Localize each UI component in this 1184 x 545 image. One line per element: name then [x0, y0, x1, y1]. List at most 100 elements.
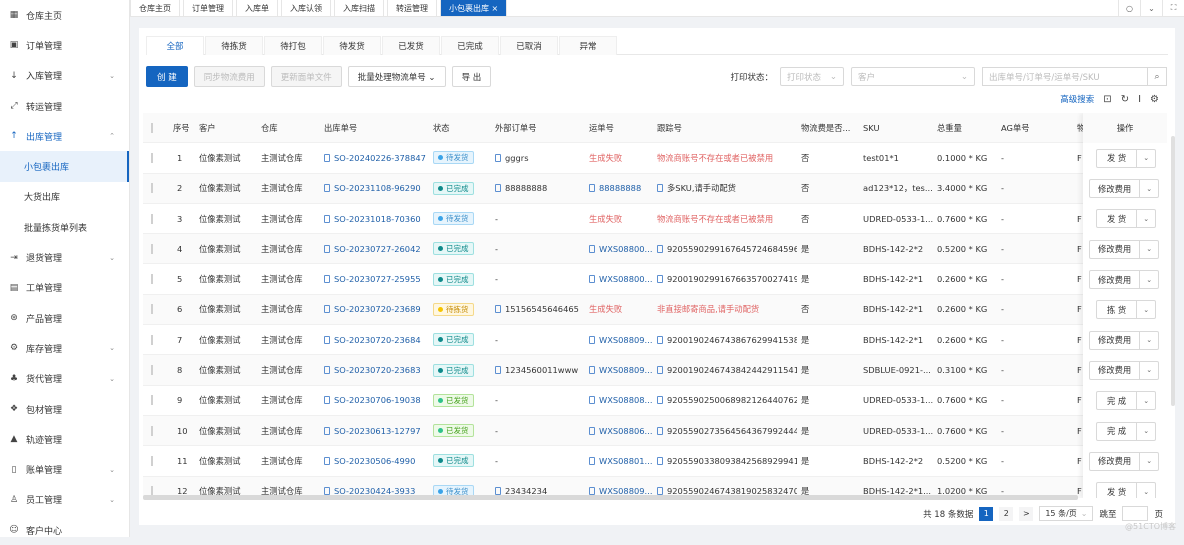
- sync-fee-button[interactable]: 同步物流费用: [193, 66, 265, 87]
- chevron-down-icon[interactable]: ⌄: [1140, 362, 1158, 379]
- row-action-button[interactable]: 发 货 ⌄: [1096, 209, 1157, 229]
- sidebar-item-9[interactable]: ▤ 工单管理: [0, 273, 129, 303]
- waybill-no[interactable]: WXS08808...: [589, 395, 652, 405]
- sidebar-item-6[interactable]: 大货出库: [0, 182, 129, 212]
- row-checkbox-cell[interactable]: [151, 183, 153, 194]
- top-tab-5[interactable]: 转运管理: [387, 0, 437, 16]
- page-2[interactable]: 2: [999, 506, 1014, 521]
- outbound-order-link[interactable]: SO-20240226-378847: [324, 153, 426, 163]
- copy-icon[interactable]: [589, 456, 595, 465]
- row-checkbox[interactable]: [151, 425, 153, 436]
- copy-icon[interactable]: [589, 184, 595, 193]
- page-1[interactable]: 1: [979, 506, 994, 521]
- copy-icon[interactable]: [589, 426, 595, 435]
- row-checkbox-cell[interactable]: [151, 213, 153, 224]
- chevron-down-icon[interactable]: ⌄: [1140, 332, 1158, 349]
- waybill-no[interactable]: WXS08809...: [589, 335, 652, 345]
- copy-icon[interactable]: [589, 335, 595, 344]
- copy-icon[interactable]: [324, 305, 330, 314]
- sidebar-item-5[interactable]: 小包裹出库: [0, 151, 129, 182]
- page-size-select[interactable]: 15 条/页 ⌄: [1039, 506, 1094, 521]
- row-checkbox[interactable]: [151, 243, 153, 254]
- outbound-order-link[interactable]: SO-20231108-96290: [324, 183, 421, 193]
- next-page-button[interactable]: >: [1019, 506, 1034, 521]
- row-checkbox[interactable]: [151, 152, 153, 163]
- copy-icon[interactable]: [324, 244, 330, 253]
- row-checkbox[interactable]: [151, 304, 153, 315]
- row-action-button[interactable]: 拣 货 ⌄: [1096, 300, 1157, 320]
- action-label[interactable]: 拣 货: [1097, 301, 1138, 319]
- row-action-button[interactable]: 修改费用 ⌄: [1089, 451, 1160, 471]
- action-label[interactable]: 修改费用: [1090, 361, 1141, 379]
- chevron-down-icon[interactable]: ⌄: [1140, 271, 1158, 288]
- sidebar-item-11[interactable]: ⚙ 库存管理 ⌄: [0, 333, 129, 363]
- copy-icon[interactable]: [589, 396, 595, 405]
- copy-icon[interactable]: [589, 275, 595, 284]
- row-checkbox[interactable]: [151, 334, 153, 345]
- sidebar-item-3[interactable]: ⤢ 转运管理: [0, 91, 129, 121]
- chevron-down-icon[interactable]: ⌄: [1137, 392, 1155, 409]
- chevron-down-icon[interactable]: ⌄: [1140, 241, 1158, 258]
- action-label[interactable]: 完 成: [1097, 392, 1138, 410]
- action-label[interactable]: 修改费用: [1090, 271, 1141, 288]
- status-tab-0[interactable]: 全部: [146, 36, 204, 55]
- copy-icon[interactable]: [324, 153, 330, 162]
- row-action-button[interactable]: 修改费用 ⌄: [1089, 360, 1160, 380]
- copy-icon[interactable]: [324, 184, 330, 193]
- sidebar-item-2[interactable]: ↓ 入库管理 ⌄: [0, 61, 129, 91]
- top-tab-3[interactable]: 入库认领: [281, 0, 331, 16]
- update-label-button[interactable]: 更新面单文件: [270, 66, 342, 87]
- row-checkbox-cell[interactable]: [151, 274, 153, 285]
- action-label[interactable]: 发 货: [1097, 149, 1138, 167]
- outbound-order-link[interactable]: SO-20230506-4990: [324, 456, 415, 466]
- row-checkbox-cell[interactable]: [151, 152, 153, 163]
- copy-icon[interactable]: [324, 366, 330, 375]
- outbound-order-link[interactable]: SO-20230727-26042: [324, 244, 421, 254]
- export-button[interactable]: 导 出: [451, 66, 492, 87]
- top-tab-0[interactable]: 仓库主页: [130, 0, 180, 16]
- chevron-down-icon[interactable]: ⌄: [1140, 453, 1158, 470]
- row-action-button[interactable]: 完 成 ⌄: [1096, 391, 1157, 411]
- copy-icon[interactable]: [495, 305, 501, 314]
- sidebar-item-12[interactable]: ♣ 货代管理 ⌄: [0, 364, 129, 394]
- action-label[interactable]: 修改费用: [1090, 331, 1141, 349]
- outbound-order-link[interactable]: SO-20231018-70360: [324, 214, 421, 224]
- copy-icon[interactable]: [589, 366, 595, 375]
- top-tab-2[interactable]: 入库单: [236, 0, 278, 16]
- waybill-no[interactable]: WXS08800...: [589, 244, 652, 254]
- copy-icon[interactable]: [324, 456, 330, 465]
- refresh-icon[interactable]: ○: [1118, 0, 1140, 16]
- copy-icon[interactable]: [657, 184, 663, 193]
- column-header[interactable]: 总重量: [937, 122, 962, 134]
- status-tab-6[interactable]: 已取消: [500, 36, 558, 55]
- sidebar-item-16[interactable]: ♙ 员工管理 ⌄: [0, 485, 129, 515]
- header-checkbox[interactable]: [151, 122, 153, 133]
- sidebar-item-0[interactable]: ▦ 仓库主页: [0, 0, 129, 30]
- waybill-no[interactable]: WXS08806...: [589, 426, 652, 436]
- action-label[interactable]: 发 货: [1097, 483, 1138, 498]
- sidebar-item-13[interactable]: ❖ 包材管理: [0, 394, 129, 424]
- copy-icon[interactable]: [495, 184, 501, 193]
- sidebar-item-15[interactable]: ▯ 账单管理 ⌄: [0, 454, 129, 484]
- row-checkbox[interactable]: [151, 183, 153, 194]
- status-tab-4[interactable]: 已发货: [382, 36, 440, 55]
- sidebar-item-17[interactable]: ☺ 客户中心: [0, 515, 129, 545]
- row-checkbox-cell[interactable]: [151, 365, 153, 376]
- copy-icon[interactable]: [324, 335, 330, 344]
- refresh-icon[interactable]: ↻: [1121, 94, 1129, 105]
- waybill-no[interactable]: WXS08809...: [589, 365, 652, 375]
- waybill-no[interactable]: 88888888: [589, 183, 641, 193]
- action-label[interactable]: 发 货: [1097, 210, 1138, 228]
- copy-icon[interactable]: [657, 396, 663, 405]
- chevron-down-icon[interactable]: ⌄: [1140, 180, 1158, 197]
- copy-icon[interactable]: [657, 366, 663, 375]
- advanced-search-link[interactable]: 高级搜索: [1060, 93, 1094, 105]
- chevron-down-icon[interactable]: ⌄: [1137, 483, 1155, 498]
- outbound-order-link[interactable]: SO-20230613-12797: [324, 426, 421, 436]
- action-label[interactable]: 修改费用: [1090, 240, 1141, 258]
- row-action-button[interactable]: 完 成 ⌄: [1096, 421, 1157, 441]
- copy-icon[interactable]: [324, 426, 330, 435]
- copy-icon[interactable]: [657, 335, 663, 344]
- status-tab-5[interactable]: 已完成: [441, 36, 499, 55]
- row-action-button[interactable]: 修改费用 ⌄: [1089, 179, 1160, 199]
